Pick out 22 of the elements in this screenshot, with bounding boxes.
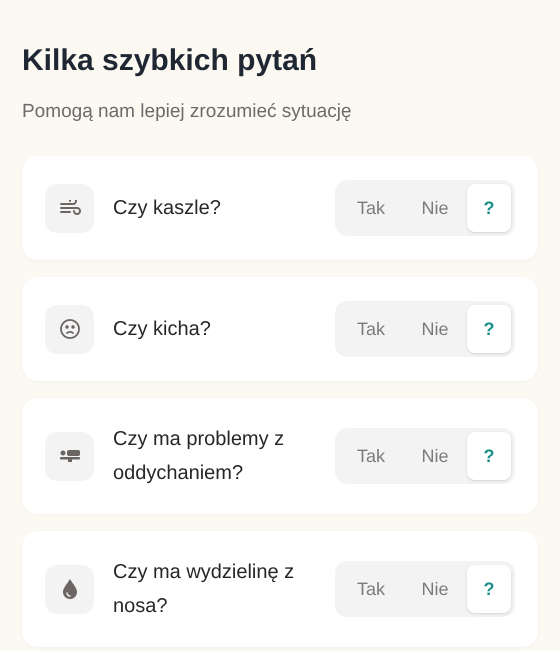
question-text: Czy kicha? [113,317,212,342]
bed-icon [58,449,80,463]
answer-option[interactable]: ? [467,305,511,353]
answer-option[interactable]: Nie [403,305,467,353]
answer-option[interactable]: ? [467,184,511,232]
answer-option[interactable]: Tak [339,432,403,480]
question-text: Czy ma wydzielinę z nosa? [113,560,296,619]
page-title: Kilka szybkich pytań [22,43,318,79]
question-text: Czy kaszle? [113,196,222,221]
answer-option[interactable]: ? [467,565,511,613]
answer-option[interactable]: Tak [339,184,403,232]
answer-option[interactable]: Tak [339,305,403,353]
page-subtitle: Pomogą nam lepiej zrozumieć sytuację [22,100,352,124]
answer-option[interactable]: Nie [403,184,467,232]
answer-option[interactable]: Tak [339,565,403,613]
question-text: Czy ma problemy z oddychaniem? [113,427,286,486]
drop-icon [60,578,78,600]
answer-option[interactable]: ? [467,432,511,480]
wind-icon [58,200,80,216]
sad-face-icon [58,318,80,340]
answer-option[interactable]: Nie [403,565,467,613]
answer-option[interactable]: Nie [403,432,467,480]
